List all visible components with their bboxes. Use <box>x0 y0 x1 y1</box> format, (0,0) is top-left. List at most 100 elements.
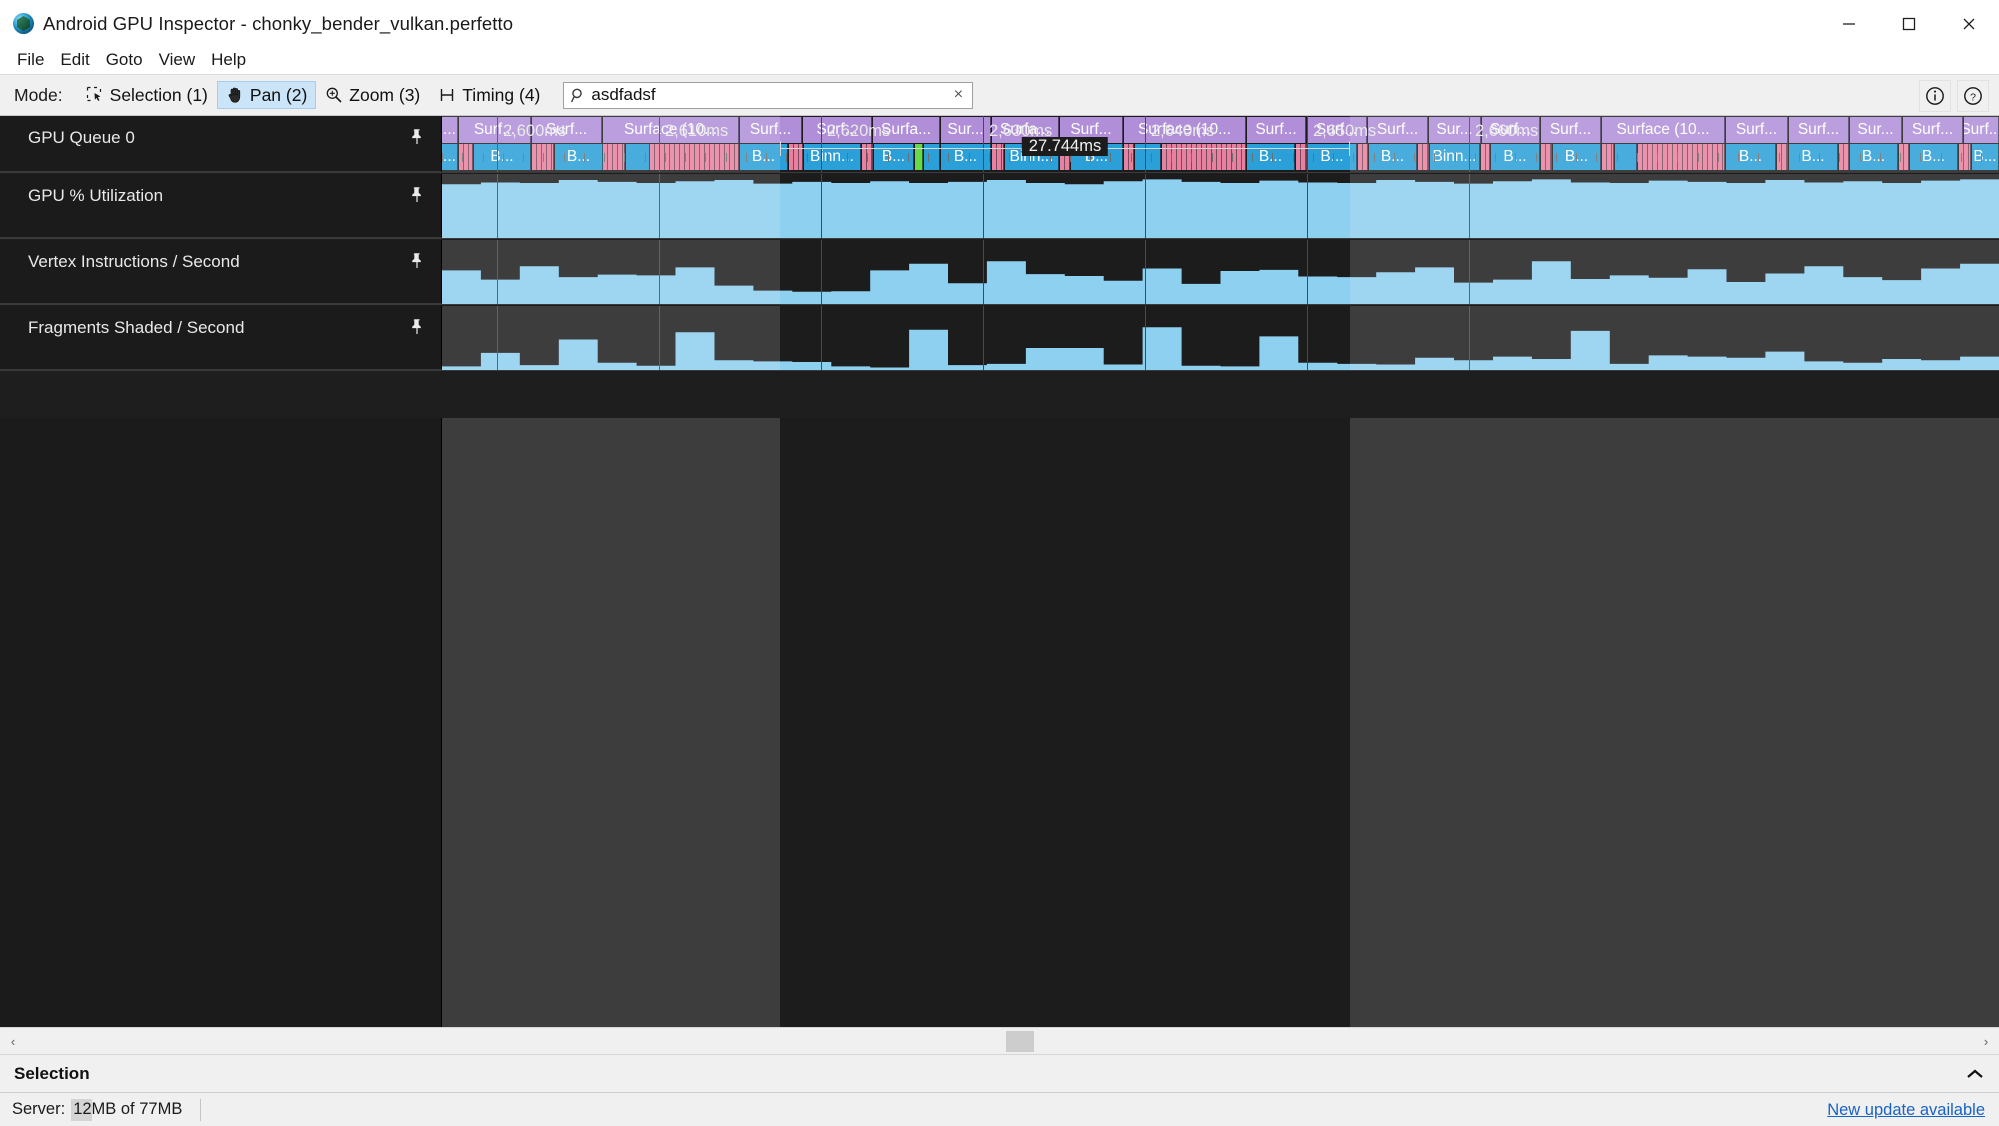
chevron-up-icon[interactable] <box>1965 1055 1985 1093</box>
timeline-slice[interactable]: B... <box>1553 144 1601 170</box>
ruler-minor-tick <box>1475 153 1476 162</box>
menu-goto[interactable]: Goto <box>98 48 151 73</box>
track-label-gpu-utilization[interactable]: GPU % Utilization <box>0 174 442 238</box>
new-update-link[interactable]: New update available <box>1827 1093 1985 1126</box>
timeline-slice[interactable] <box>1638 144 1725 170</box>
ruler-minor-tick <box>1900 153 1901 162</box>
track-label-fragments-shaded[interactable]: Fragments Shaded / Second <box>0 306 442 370</box>
timeline-slice[interactable]: B... <box>1910 144 1958 170</box>
maximize-button[interactable] <box>1879 0 1939 47</box>
window-title: Android GPU Inspector - chonky_bender_vu… <box>43 13 513 35</box>
timeline-slice[interactable] <box>626 144 650 170</box>
ruler-minor-tick <box>1536 153 1537 162</box>
track-body-vertex-instructions[interactable] <box>442 240 1999 304</box>
timeline-slice[interactable]: ... <box>442 144 458 170</box>
mode-pan-button[interactable]: Pan (2) <box>217 81 316 109</box>
ruler-minor-tick <box>543 153 544 162</box>
clear-x-icon[interactable]: × <box>948 85 968 105</box>
timeline-slice[interactable]: B... <box>1850 144 1898 170</box>
timeline-slice[interactable]: B... <box>1369 144 1417 170</box>
ruler-minor-tick <box>1839 153 1840 162</box>
selection-panel[interactable]: Selection <box>0 1054 1999 1092</box>
timeline-slice[interactable] <box>603 144 625 170</box>
info-button[interactable] <box>1919 80 1951 112</box>
timeline-slice[interactable] <box>1481 144 1490 170</box>
ruler-minor-tick <box>564 153 565 162</box>
menu-view[interactable]: View <box>151 48 204 73</box>
mode-pan-label: Pan (2) <box>250 85 307 106</box>
search-box[interactable]: × <box>563 82 973 109</box>
counter-chart-vertex-instructions <box>442 240 1999 304</box>
mode-zoom-button[interactable]: Zoom (3) <box>316 81 429 109</box>
close-button[interactable] <box>1939 0 1999 47</box>
horizontal-scrollbar[interactable]: ‹ › <box>0 1027 1999 1054</box>
slice-label: Surf... <box>1798 121 1839 139</box>
memory-text: 12MB of 77MB <box>71 1100 182 1119</box>
track-name: GPU % Utilization <box>28 186 163 206</box>
scrollbar-thumb[interactable] <box>1006 1031 1034 1052</box>
slice-label: Sur... <box>1436 121 1472 139</box>
mode-timing-button[interactable]: Timing (4) <box>429 81 549 109</box>
pin-icon[interactable] <box>409 128 425 145</box>
counter-area <box>442 327 1999 370</box>
ruler-minor-tick <box>1374 153 1375 162</box>
measure-cap-left <box>780 141 781 156</box>
timeline-slice[interactable]: Sur... <box>1429 117 1481 143</box>
slice-label: B... <box>567 148 590 166</box>
mode-selection-button[interactable]: Selection (1) <box>77 81 217 109</box>
timeline-slice[interactable]: Sur... <box>1850 117 1902 143</box>
ruler-minor-tick <box>1981 153 1982 162</box>
timeline-slice[interactable]: Surface (10... <box>1602 117 1725 143</box>
menu-help[interactable]: Help <box>203 48 254 73</box>
timeline-slice[interactable]: B... <box>1972 144 1999 170</box>
timeline-slice[interactable]: Surf... <box>1368 117 1428 143</box>
ruler-minor-tick <box>1738 153 1739 162</box>
menu-file[interactable]: File <box>9 48 52 73</box>
pin-icon[interactable] <box>409 318 425 335</box>
pin-icon[interactable] <box>409 186 425 203</box>
timeline-slice[interactable]: ... <box>442 117 458 143</box>
timeline-slice[interactable]: Surf... <box>1726 117 1788 143</box>
ruler-tick-label: 2,660ms <box>1475 122 1538 141</box>
search-input[interactable] <box>591 85 948 105</box>
slice-label: Sur... <box>1857 121 1893 139</box>
counter-chart-fragments-shaded <box>442 306 1999 370</box>
timeline-slice[interactable]: Surf... <box>1789 117 1849 143</box>
ruler-minor-tick <box>726 153 727 162</box>
track-label-gpu-queue-0[interactable]: GPU Queue 0 <box>0 116 442 172</box>
pin-icon[interactable] <box>409 252 425 269</box>
track-row[interactable]: GPU % Utilization <box>0 174 1999 239</box>
scrollbar-track[interactable] <box>26 1028 1973 1055</box>
help-button[interactable]: ? <box>1957 80 1989 112</box>
menu-edit[interactable]: Edit <box>52 48 97 73</box>
timeline-view[interactable]: Total Time: 5s071ms 2ms 2,600ms2,610ms2,… <box>0 116 1999 1027</box>
ruler-minor-tick <box>1920 153 1921 162</box>
timeline-slice[interactable] <box>1418 144 1429 170</box>
ruler-tick: 2,660ms <box>1469 116 1470 162</box>
timeline-slice[interactable] <box>1615 144 1637 170</box>
timeline-slice[interactable] <box>1839 144 1849 170</box>
track-row[interactable]: Vertex Instructions / Second <box>0 240 1999 305</box>
track-label-vertex-instructions[interactable]: Vertex Instructions / Second <box>0 240 442 304</box>
status-bar: Server: 12MB of 77MB New update availabl… <box>0 1092 1999 1126</box>
timeline-slice[interactable] <box>1541 144 1552 170</box>
window-controls <box>1819 0 1999 47</box>
timeline-slice[interactable]: B... <box>555 144 603 170</box>
timeline-slice[interactable]: Surf... <box>1964 117 1999 143</box>
timeline-slice[interactable]: B... <box>1789 144 1838 170</box>
scroll-left-arrow-icon[interactable]: ‹ <box>0 1028 26 1054</box>
minimize-button[interactable] <box>1819 0 1879 47</box>
ruler-minor-tick <box>503 153 504 162</box>
mode-selection-label: Selection (1) <box>110 85 208 106</box>
track-body-gpu-utilization[interactable] <box>442 174 1999 238</box>
timeline-slice[interactable] <box>1358 144 1368 170</box>
track-body-fragments-shaded[interactable] <box>442 306 1999 370</box>
hand-icon <box>226 86 244 104</box>
timeline-slice[interactable]: Surf... <box>1541 117 1601 143</box>
track-row[interactable]: Fragments Shaded / Second <box>0 306 1999 371</box>
timeline-slice[interactable]: Surf... <box>1903 117 1963 143</box>
sidebar-empty-area <box>0 418 442 1027</box>
timeline-slice[interactable] <box>1602 144 1614 170</box>
scroll-right-arrow-icon[interactable]: › <box>1973 1028 1999 1054</box>
timeline-slice[interactable]: B... <box>1726 144 1776 170</box>
